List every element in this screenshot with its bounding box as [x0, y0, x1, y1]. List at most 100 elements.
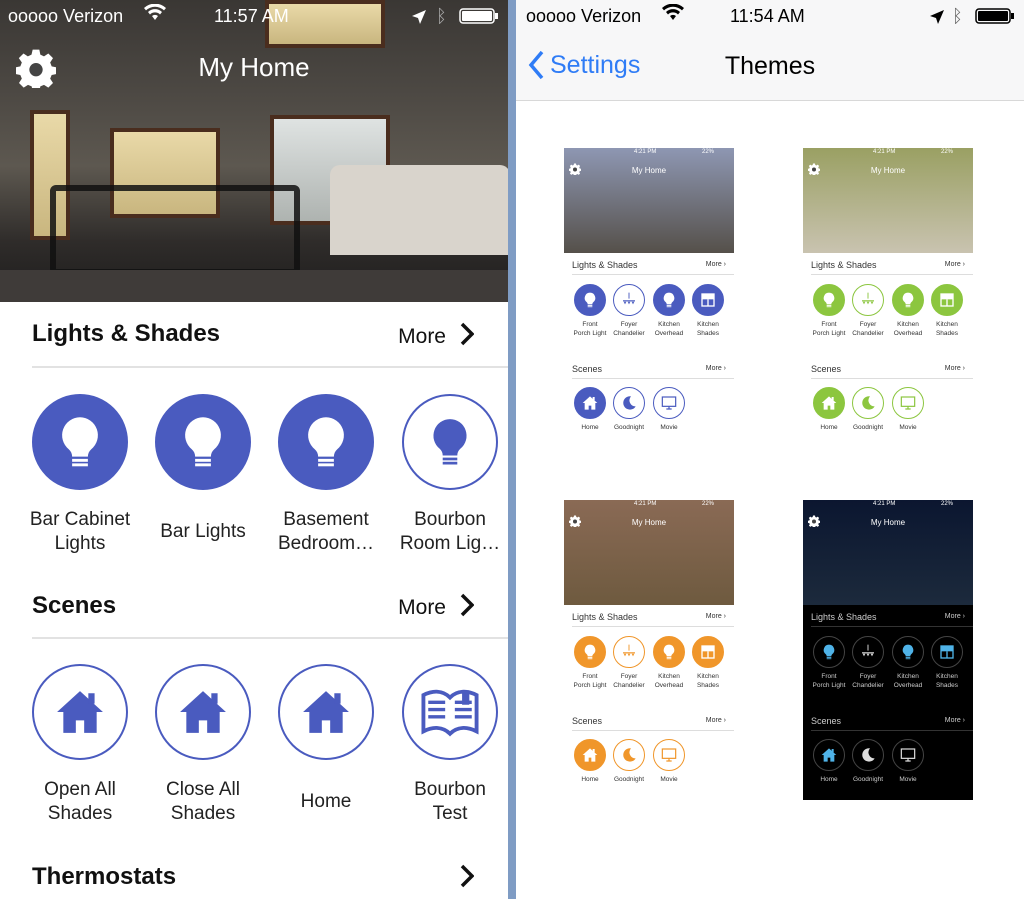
- label-line: Front: [821, 673, 837, 680]
- theme-hero-image: [564, 500, 734, 605]
- thumb-section-title: Scenes: [811, 364, 842, 374]
- label-line: Home: [820, 776, 838, 783]
- label-line: Kitchen: [897, 321, 919, 328]
- tile-label: Home: [300, 791, 352, 812]
- scenes-more-button[interactable]: More: [398, 593, 475, 623]
- thumb-more: More ›: [944, 365, 965, 372]
- thumb-label: Kitchen Shades: [686, 672, 730, 690]
- label-line: Shades: [696, 330, 720, 337]
- thumb-more: More ›: [705, 613, 726, 620]
- light-tile[interactable]: Bar Cabinet Lights: [20, 394, 140, 556]
- thumb-more: More ›: [944, 613, 965, 620]
- scene-tile[interactable]: Close All Shades: [143, 664, 263, 826]
- thumb-label: Front Porch Light: [568, 320, 612, 338]
- thumb-title: My Home: [631, 166, 667, 175]
- chevron-right-icon: [460, 322, 475, 352]
- thumb-section-title: Scenes: [572, 364, 603, 374]
- tile-label: Bourbon Room Lig…: [399, 509, 501, 554]
- chandelier-icon: [613, 284, 645, 316]
- more-label: More: [398, 596, 446, 619]
- scene-tile[interactable]: Home: [266, 664, 386, 814]
- label-line: Movie: [660, 776, 678, 783]
- divider: [572, 730, 734, 731]
- themes-screen: ooooo Verizon 11:54 AM ᛒ Settings Themes…: [516, 0, 1024, 899]
- shade-icon: [692, 284, 724, 316]
- thumb-label: Kitchen Shades: [925, 320, 969, 338]
- label-line: Porch Light: [573, 330, 607, 337]
- thumb-more: More ›: [705, 365, 726, 372]
- lights-more-button[interactable]: More: [398, 322, 475, 352]
- thumb-battery: 22%: [941, 149, 954, 155]
- light-tile[interactable]: Bourbon Room Lig…: [390, 394, 508, 556]
- light-tile[interactable]: Basement Bedroom…: [266, 394, 386, 556]
- bulb-icon: [813, 284, 845, 316]
- thumb-battery: 22%: [702, 149, 715, 155]
- label-line: Kitchen: [697, 321, 719, 328]
- chevron-right-icon: [460, 593, 475, 623]
- moon-icon: [613, 739, 645, 771]
- thumb-label: Home: [807, 423, 851, 432]
- my-home-screen: ooooo Verizon 11:57 AM ᛒ My Home Lights …: [0, 0, 508, 899]
- monitor-icon: [892, 739, 924, 771]
- bluetooth-icon: ᛒ: [952, 6, 963, 26]
- house-icon: [574, 739, 606, 771]
- label-line: Porch Light: [812, 330, 846, 337]
- divider: [811, 378, 973, 379]
- nav-title: Themes: [516, 52, 1024, 81]
- thumb-label: Kitchen Overhead: [647, 320, 691, 338]
- thumb-label: Foyer Chandelier: [846, 672, 890, 690]
- divider: [572, 378, 734, 379]
- thumb-label: Front Porch Light: [807, 672, 851, 690]
- thumb-label: Front Porch Light: [568, 672, 612, 690]
- house-icon: [574, 387, 606, 419]
- label-line: Home: [820, 424, 838, 431]
- more-label: More: [398, 325, 446, 348]
- theme-option-dark[interactable]: 4:21 PM 22% My Home Lights & Shades More › Fr…: [803, 500, 973, 800]
- label-line: Foyer: [620, 321, 638, 328]
- thumb-label: Foyer Chandelier: [607, 320, 651, 338]
- scene-tile[interactable]: Bourbon Test: [390, 664, 508, 826]
- label-line: Shades: [935, 682, 959, 689]
- carrier: ooooo Verizon: [8, 6, 124, 26]
- thumb-label: Home: [807, 775, 851, 784]
- thumb-label: Movie: [886, 423, 930, 432]
- clock: 11:57 AM: [214, 6, 289, 26]
- tile-label: Bar Lights: [160, 521, 246, 542]
- thumb-label: Foyer Chandelier: [846, 320, 890, 338]
- theme-hero-image: [564, 148, 734, 253]
- scene-tile[interactable]: Open All Shades: [20, 664, 140, 826]
- thermostats-heading: Thermostats: [32, 863, 177, 890]
- bulb-icon: [892, 636, 924, 668]
- theme-option-blue[interactable]: 4:21 PM 22% My Home Lights & Shades More › Fr…: [564, 148, 734, 440]
- label-line: Kitchen: [697, 673, 719, 680]
- bluetooth-icon: ᛒ: [436, 6, 447, 26]
- theme-option-orange[interactable]: 4:21 PM 22% My Home Lights & Shades More › Fr…: [564, 500, 734, 792]
- tile-label: Open All Shades: [44, 779, 116, 824]
- battery-icon: [459, 8, 499, 29]
- thumb-label: Kitchen Shades: [925, 672, 969, 690]
- label-line: Overhead: [654, 330, 684, 337]
- moon-icon: [613, 387, 645, 419]
- thumb-section-title: Scenes: [572, 716, 603, 726]
- chandelier-icon: [852, 284, 884, 316]
- thumb-label: Home: [568, 775, 612, 784]
- split-divider: [508, 0, 516, 899]
- status-bar: ooooo Verizon 11:54 AM ᛒ: [516, 0, 1024, 34]
- thumb-battery: 22%: [941, 501, 954, 507]
- label-line: Movie: [660, 424, 678, 431]
- bulb-icon: [653, 636, 685, 668]
- house-icon: [813, 739, 845, 771]
- label-line: Goodnight: [853, 424, 883, 431]
- light-tile[interactable]: Bar Lights: [143, 394, 263, 544]
- thumb-label: Home: [568, 423, 612, 432]
- theme-option-green[interactable]: 4:21 PM 22% My Home Lights & Shades More › Fr…: [803, 148, 973, 440]
- home-hero-photo: [0, 0, 508, 302]
- divider: [32, 637, 508, 639]
- label-line: Overhead: [893, 682, 923, 689]
- thermostats-more-button[interactable]: [460, 864, 475, 894]
- chandelier-icon: [613, 636, 645, 668]
- thumb-label: Movie: [647, 423, 691, 432]
- thumb-time: 4:21 PM: [634, 501, 657, 507]
- label-line: Porch Light: [812, 682, 846, 689]
- divider: [572, 626, 734, 627]
